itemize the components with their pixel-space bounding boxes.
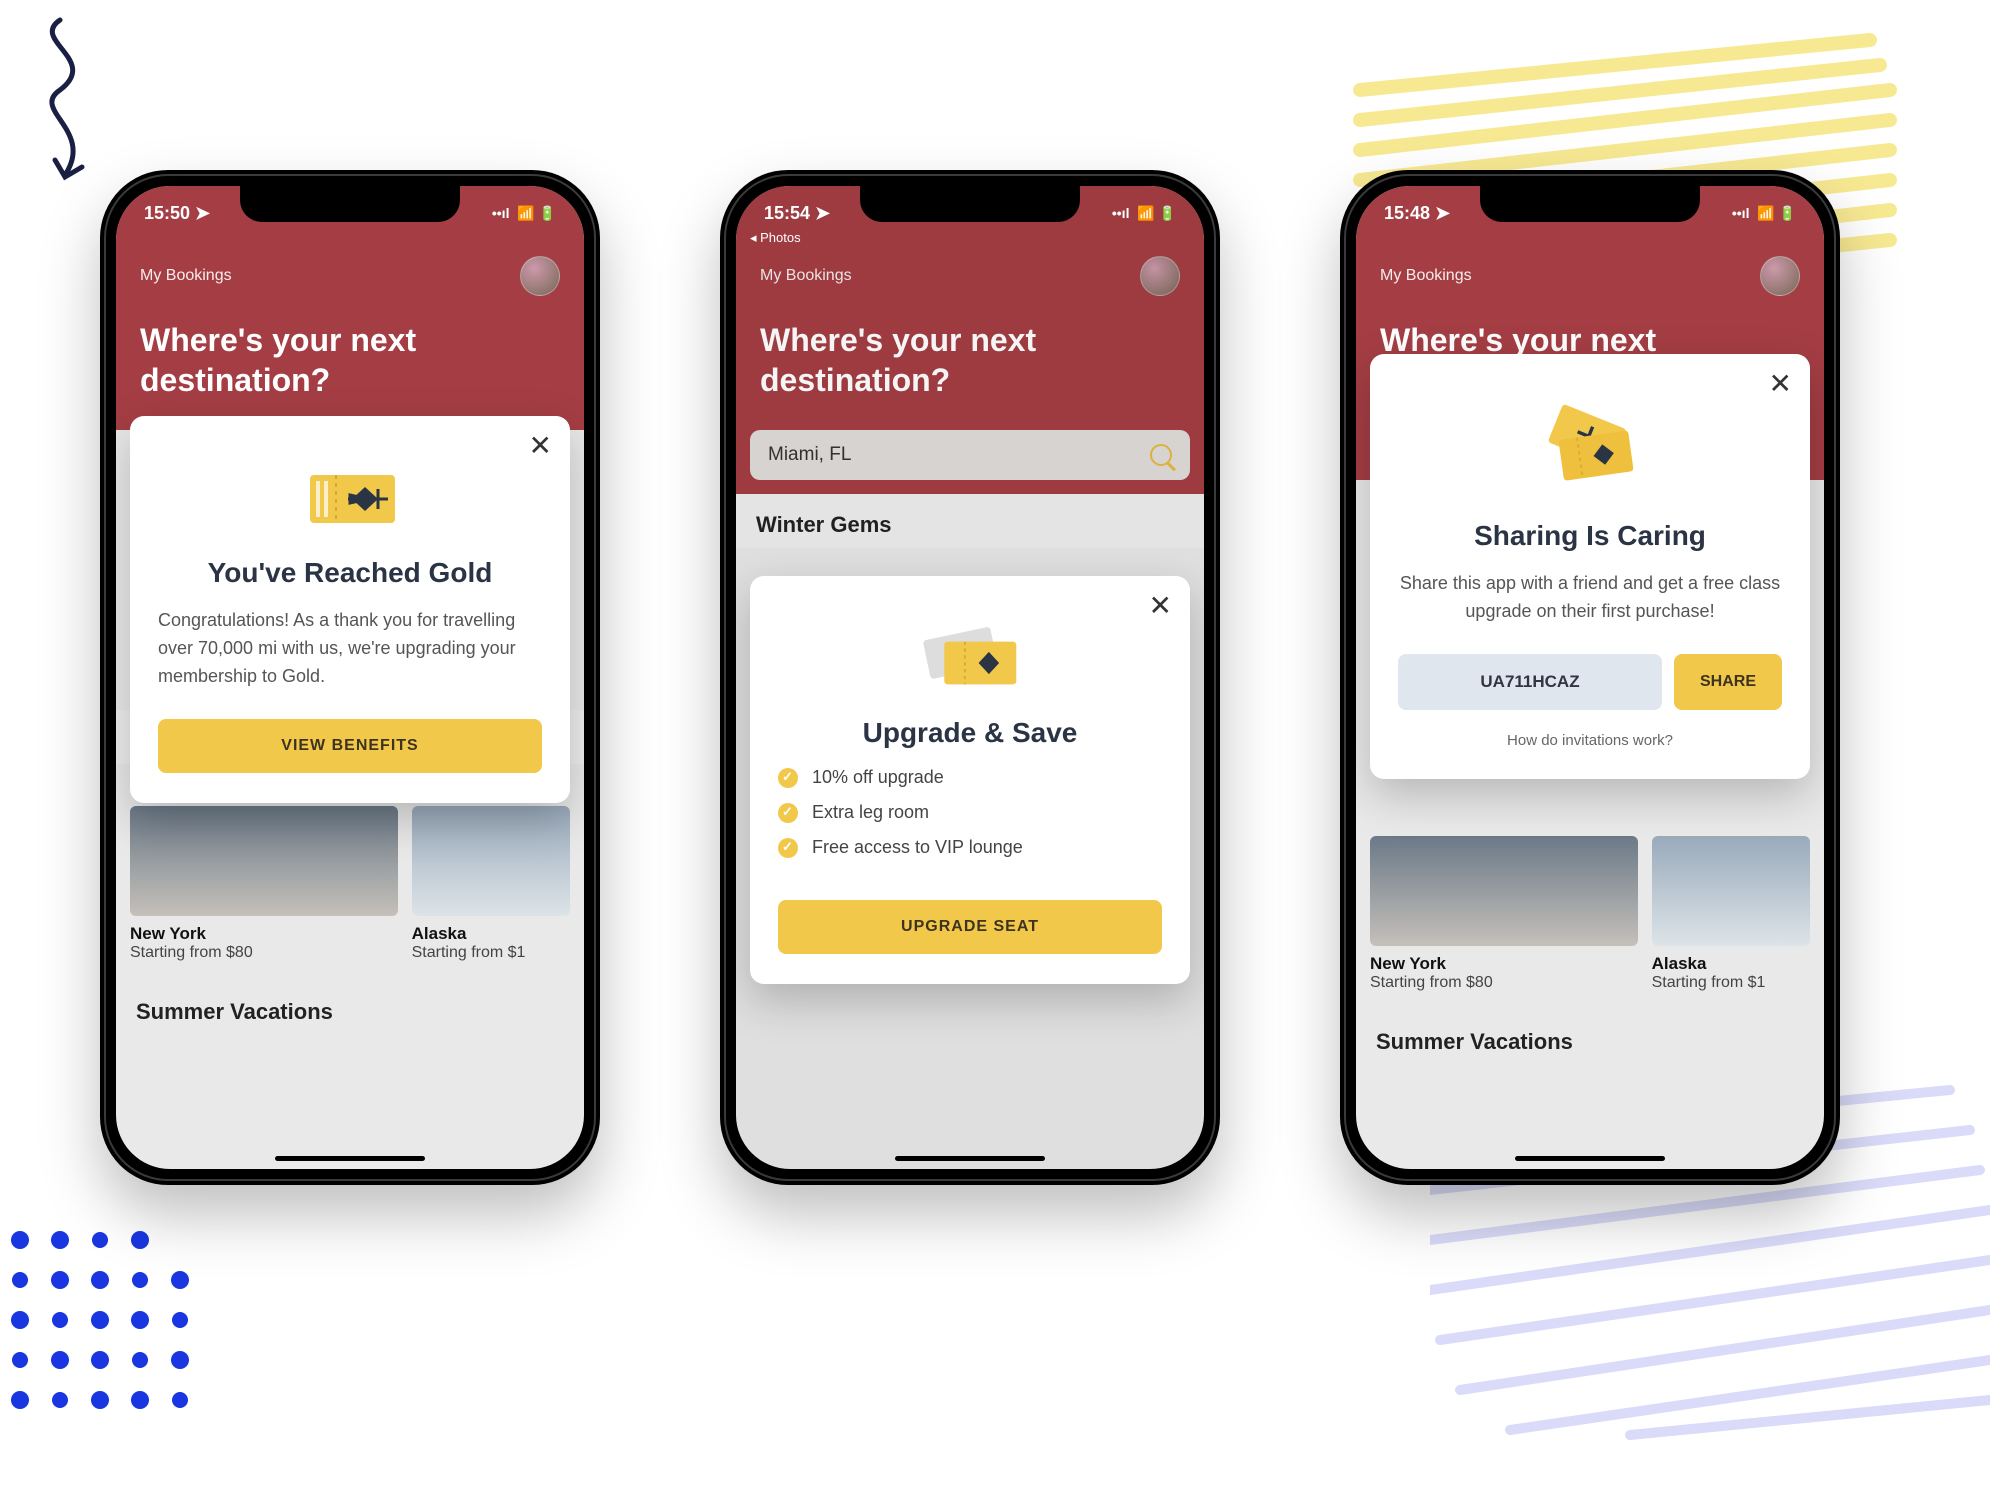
check-icon bbox=[778, 803, 798, 823]
destination-price: Starting from $80 bbox=[130, 944, 398, 962]
status-icons: ••ıl 📶 🔋 bbox=[1732, 205, 1796, 222]
close-icon[interactable]: ✕ bbox=[1149, 592, 1172, 620]
search-icon[interactable] bbox=[1150, 444, 1172, 466]
phone-mockup-3: 15:48➤ ••ıl 📶 🔋 My Bookings Where's your… bbox=[1340, 170, 1840, 1185]
notch bbox=[1480, 186, 1700, 222]
destination-name: New York bbox=[1370, 954, 1638, 974]
upgrade-modal: ✕ Upgrade & Save 10% off upgrade Extra l… bbox=[750, 576, 1190, 984]
destination-name: Alaska bbox=[412, 924, 570, 944]
location-icon: ➤ bbox=[815, 203, 830, 224]
close-icon[interactable]: ✕ bbox=[529, 432, 552, 460]
my-bookings-link[interactable]: My Bookings bbox=[1380, 267, 1472, 285]
destination-price: Starting from $1 bbox=[1652, 974, 1810, 992]
decorative-blue-dots bbox=[0, 1220, 220, 1440]
modal-body: Share this app with a friend and get a f… bbox=[1398, 570, 1782, 626]
tickets-icon bbox=[910, 614, 1030, 699]
destination-image bbox=[130, 806, 398, 916]
tickets-icon bbox=[1530, 392, 1650, 502]
benefit-text: Extra leg room bbox=[812, 802, 929, 823]
status-icons: ••ıl 📶 🔋 bbox=[1112, 205, 1176, 222]
phone-mockup-2: 15:54➤ ••ıl 📶 🔋 ◂ Photos My Bookings Whe… bbox=[720, 170, 1220, 1185]
avatar[interactable] bbox=[1140, 256, 1180, 296]
help-link[interactable]: How do invitations work? bbox=[1398, 732, 1782, 749]
page-title: Where's your next destination? bbox=[140, 320, 560, 400]
benefit-item: 10% off upgrade bbox=[778, 767, 1162, 788]
destination-image bbox=[1370, 836, 1638, 946]
destination-card[interactable]: Alaska Starting from $1 bbox=[1652, 836, 1810, 992]
page-title: Where's your next destination? bbox=[760, 320, 1180, 400]
modal-body: Congratulations! As a thank you for trav… bbox=[158, 607, 542, 691]
modal-title: Upgrade & Save bbox=[778, 717, 1162, 749]
home-indicator[interactable] bbox=[895, 1156, 1045, 1161]
destination-price: Starting from $1 bbox=[412, 944, 570, 962]
home-indicator[interactable] bbox=[1515, 1156, 1665, 1161]
section-title-summer: Summer Vacations bbox=[1356, 1011, 1824, 1065]
modal-title: Sharing Is Caring bbox=[1398, 520, 1782, 552]
destination-card[interactable]: New York Starting from $80 bbox=[1370, 836, 1638, 992]
benefit-text: Free access to VIP lounge bbox=[812, 837, 1023, 858]
search-field[interactable] bbox=[750, 430, 1190, 480]
share-modal: ✕ Sharing Is Caring Share this app with … bbox=[1370, 354, 1810, 779]
gold-modal: ✕ You've Reached Gold Congratulations! A… bbox=[130, 416, 570, 803]
ticket-icon bbox=[290, 454, 410, 539]
destination-card[interactable]: New York Starting from $80 bbox=[130, 806, 398, 962]
benefit-item: Free access to VIP lounge bbox=[778, 837, 1162, 858]
phone-mockup-1: 15:50➤ ••ıl 📶 🔋 My Bookings Where's your… bbox=[100, 170, 600, 1185]
destination-image bbox=[1652, 836, 1810, 946]
status-time: 15:48 bbox=[1384, 203, 1430, 224]
check-icon bbox=[778, 838, 798, 858]
status-time: 15:50 bbox=[144, 203, 190, 224]
destination-name: Alaska bbox=[1652, 954, 1810, 974]
share-button[interactable]: SHARE bbox=[1674, 654, 1782, 710]
destination-card[interactable]: Alaska Starting from $1 bbox=[412, 806, 570, 962]
section-title-summer: Summer Vacations bbox=[116, 981, 584, 1035]
location-icon: ➤ bbox=[1435, 203, 1450, 224]
destination-price: Starting from $80 bbox=[1370, 974, 1638, 992]
referral-code[interactable]: UA711HCAZ bbox=[1398, 654, 1662, 710]
upgrade-seat-button[interactable]: UPGRADE SEAT bbox=[778, 900, 1162, 954]
home-indicator[interactable] bbox=[275, 1156, 425, 1161]
destination-image bbox=[412, 806, 570, 916]
modal-title: You've Reached Gold bbox=[158, 557, 542, 589]
back-to-app[interactable]: ◂ Photos bbox=[750, 230, 801, 246]
decorative-arrow bbox=[10, 10, 120, 190]
destination-name: New York bbox=[130, 924, 398, 944]
location-icon: ➤ bbox=[195, 203, 210, 224]
avatar[interactable] bbox=[1760, 256, 1800, 296]
status-time: 15:54 bbox=[764, 203, 810, 224]
section-title-winter: Winter Gems bbox=[736, 494, 1204, 548]
notch bbox=[860, 186, 1080, 222]
check-icon bbox=[778, 768, 798, 788]
benefit-item: Extra leg room bbox=[778, 802, 1162, 823]
notch bbox=[240, 186, 460, 222]
search-input[interactable] bbox=[768, 444, 1091, 466]
my-bookings-link[interactable]: My Bookings bbox=[760, 267, 852, 285]
avatar[interactable] bbox=[520, 256, 560, 296]
view-benefits-button[interactable]: VIEW BENEFITS bbox=[158, 719, 542, 773]
my-bookings-link[interactable]: My Bookings bbox=[140, 267, 232, 285]
close-icon[interactable]: ✕ bbox=[1769, 370, 1792, 398]
status-icons: ••ıl 📶 🔋 bbox=[492, 205, 556, 222]
benefit-text: 10% off upgrade bbox=[812, 767, 944, 788]
